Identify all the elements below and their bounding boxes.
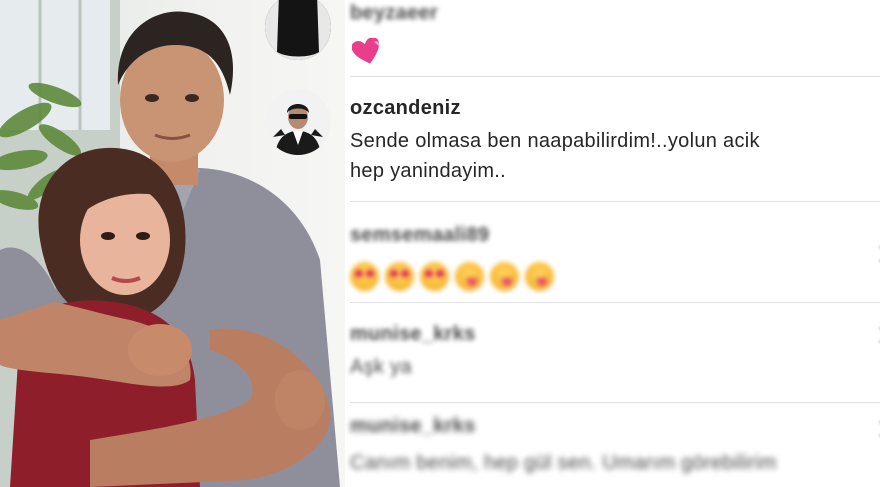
comment-username[interactable]: munise_krks: [350, 415, 476, 438]
kiss-wink-emoji: [455, 262, 484, 291]
comment-list: beyzaeer ozcandeniz Sende olmasa ben naa…: [262, 0, 880, 487]
pink-heart-icon: [351, 37, 382, 71]
avatar[interactable]: [265, 89, 331, 155]
comment-username[interactable]: ozcandeniz: [350, 97, 461, 120]
comment-text-line2: hep yanindayim..: [350, 160, 507, 182]
chevron-right-icon[interactable]: [871, 245, 880, 263]
comment-row: munise_krks Aşk ya: [262, 303, 880, 403]
comment-username[interactable]: semsemaali89: [350, 224, 489, 247]
kiss-wink-emoji: [490, 262, 519, 291]
comment-username[interactable]: munise_krks: [350, 323, 476, 346]
comment-text-line1: Sende olmasa ben naapabilirdim!..yolun a…: [350, 130, 760, 152]
avatar[interactable]: [265, 0, 331, 60]
heart-eyes-emoji: [350, 262, 379, 291]
kiss-wink-emoji: [525, 262, 554, 291]
comment-row: munise_krks Canım benim, hep gül sen. Um…: [262, 403, 880, 487]
comment-row: semsemaali89: [262, 202, 880, 303]
avatar-image: [265, 89, 331, 155]
heart-eyes-emoji: [385, 262, 414, 291]
comment-row: beyzaeer: [262, 0, 880, 77]
comment-text: Canım benim, hep gül sen. Umarım görebil…: [350, 452, 777, 474]
avatar-image: [265, 0, 331, 60]
emoji-reaction-row: [350, 262, 554, 291]
chevron-right-icon[interactable]: [871, 420, 880, 438]
comment-row-ozcandeniz: ozcandeniz Sende olmasa ben naapabilirdi…: [262, 77, 880, 202]
heart-eyes-emoji: [420, 262, 449, 291]
comment-username[interactable]: beyzaeer: [350, 2, 438, 25]
chevron-right-icon[interactable]: [871, 326, 880, 344]
comment-text: Aşk ya: [350, 356, 412, 378]
